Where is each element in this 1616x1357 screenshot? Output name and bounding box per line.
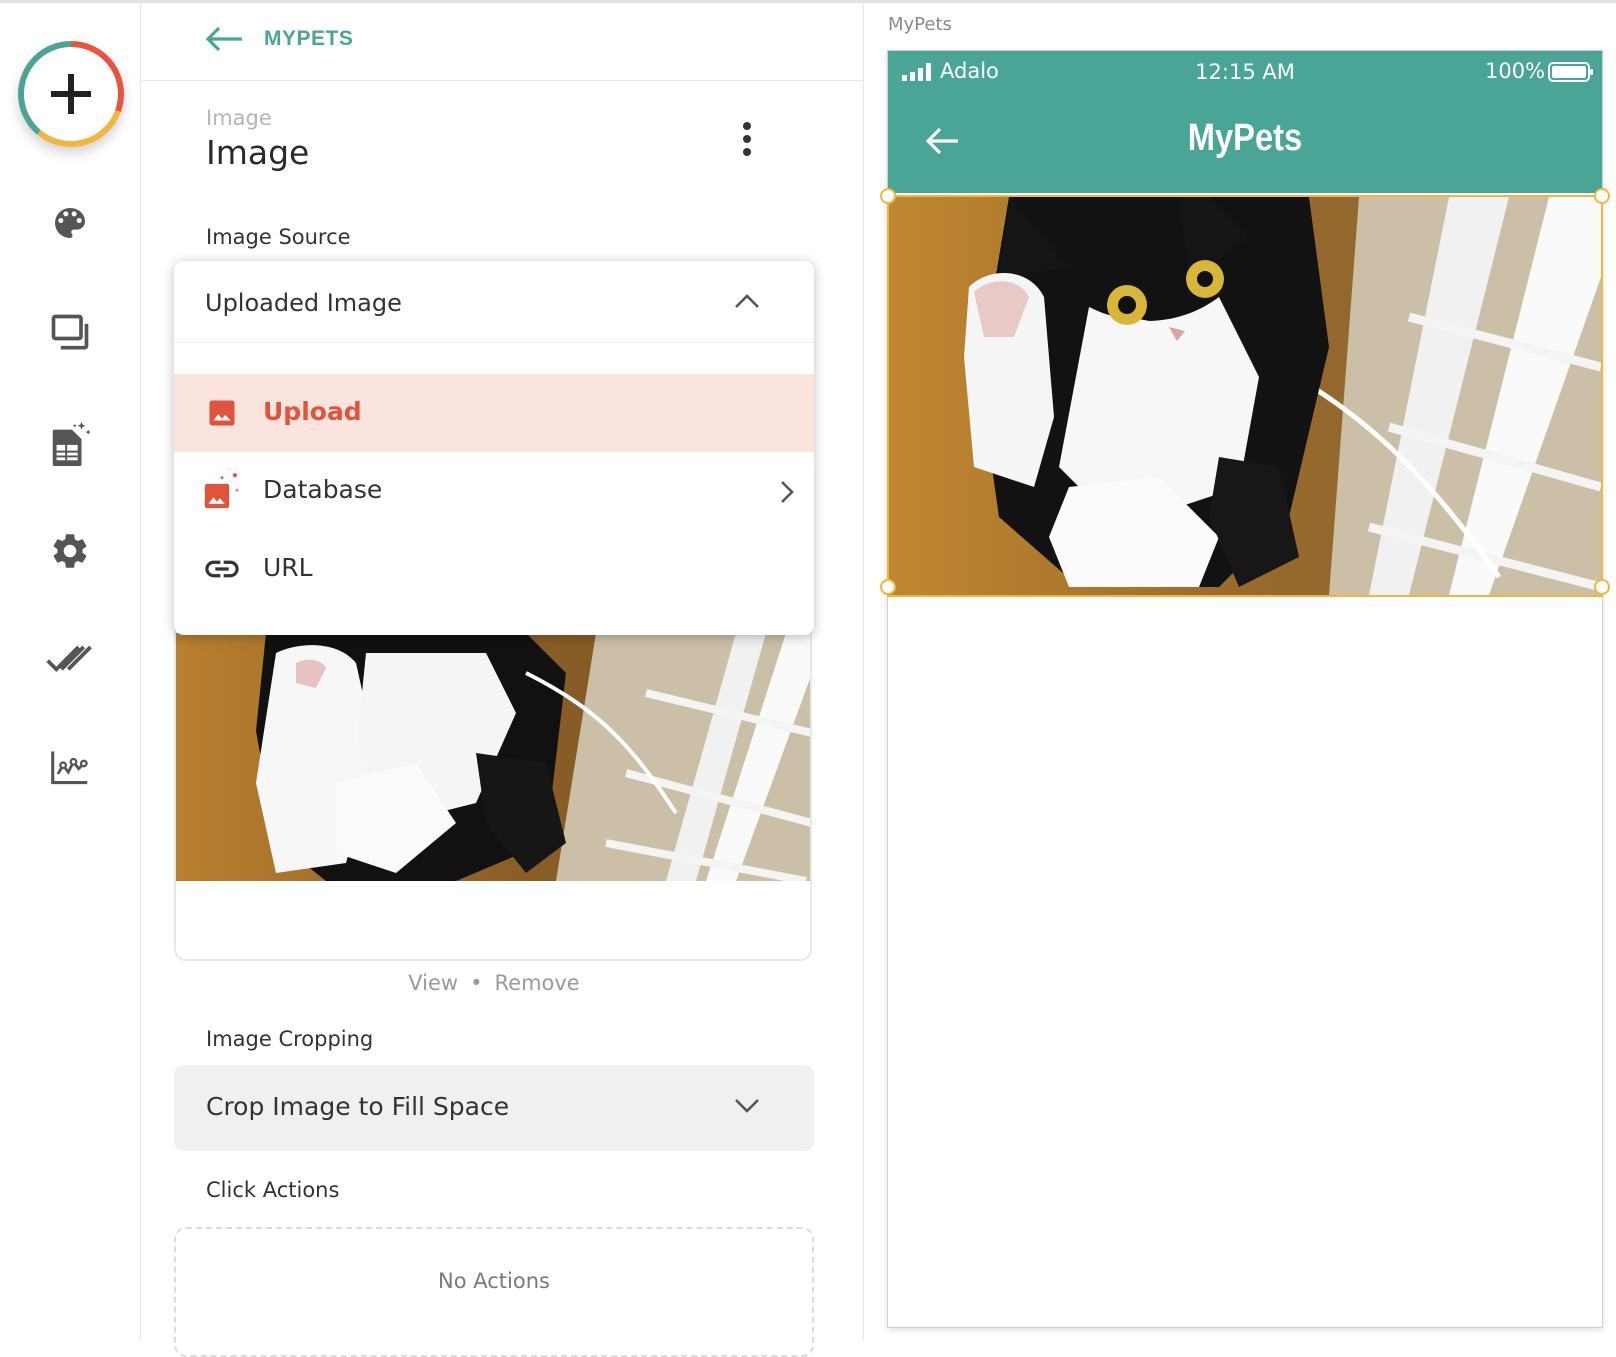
app-bar: MyPets <box>888 93 1602 193</box>
chevron-right-icon <box>781 481 794 503</box>
battery-percent: 100% <box>1485 59 1546 83</box>
database-icon <box>52 421 91 466</box>
option-upload-label: Upload <box>263 397 362 426</box>
back-to-screen-link[interactable]: MYPETS <box>204 25 353 53</box>
option-url-label: URL <box>263 553 313 582</box>
publish-check-icon <box>46 645 92 672</box>
image-actions: View • Remove <box>142 971 846 995</box>
analytics-icon <box>51 751 88 785</box>
screens-button[interactable] <box>46 309 94 357</box>
image-source-select[interactable]: Uploaded Image <box>174 261 814 343</box>
image-cropping-value: Crop Image to Fill Space <box>206 1092 510 1121</box>
screen-name-label: MyPets <box>888 14 952 35</box>
resize-handle-bottom-left[interactable] <box>880 579 896 595</box>
screen-preview[interactable]: Adalo 12:15 AM 100% MyPets <box>880 50 1610 1328</box>
add-action-area[interactable]: No Actions <box>174 1227 814 1357</box>
battery-icon <box>1548 62 1593 82</box>
view-link[interactable]: View <box>408 971 458 995</box>
back-link-label: MYPETS <box>264 27 354 50</box>
properties-panel: MYPETS Image Image Image Source Uploaded… <box>142 3 864 1357</box>
remove-link[interactable]: Remove <box>495 971 580 995</box>
cat-photo-thumbnail <box>176 633 810 881</box>
option-url[interactable]: URL <box>174 530 814 608</box>
resize-handle-bottom-right[interactable] <box>1594 579 1610 595</box>
click-actions-label: Click Actions <box>206 1178 340 1202</box>
panel-header: MYPETS <box>142 3 864 81</box>
database-button[interactable] <box>46 419 94 467</box>
option-upload[interactable]: Upload <box>174 374 814 452</box>
add-component-button[interactable] <box>18 41 124 147</box>
settings-icon <box>53 534 87 568</box>
analytics-button[interactable] <box>46 743 94 791</box>
image-source-label: Image Source <box>206 225 351 249</box>
screens-icon <box>51 314 89 350</box>
component-name[interactable]: Image <box>206 133 309 172</box>
image-cropping-label: Image Cropping <box>206 1027 374 1051</box>
selected-image-component[interactable] <box>880 188 1610 597</box>
arrow-left-icon <box>205 26 242 52</box>
image-source-value: Uploaded Image <box>205 289 402 317</box>
option-database-label: Database <box>263 475 383 504</box>
publish-button[interactable] <box>46 635 94 683</box>
component-type: Image <box>206 106 272 130</box>
branding-button[interactable] <box>46 199 94 247</box>
settings-button[interactable] <box>46 527 94 575</box>
palette-icon <box>55 208 85 238</box>
resize-handle-top-right[interactable] <box>1594 188 1610 204</box>
app-bar-title: MyPets <box>1187 117 1303 159</box>
left-toolbar <box>0 3 141 1340</box>
add-icon <box>51 74 91 114</box>
image-cropping-select[interactable]: Crop Image to Fill Space <box>174 1065 814 1151</box>
status-bar: Adalo 12:15 AM 100% <box>888 51 1602 93</box>
link-icon <box>205 560 239 578</box>
magic-image-icon <box>204 473 239 509</box>
chevron-up-icon <box>735 294 759 308</box>
separator-dot: • <box>470 971 483 995</box>
option-database[interactable]: Database <box>174 452 814 530</box>
chevron-down-icon <box>735 1099 759 1113</box>
image-source-dropdown[interactable]: Uploaded Image Upload Database URL <box>174 261 814 635</box>
kebab-dot <box>743 122 751 130</box>
more-options-button[interactable] <box>732 119 762 159</box>
no-actions-text: No Actions <box>438 1269 550 1293</box>
kebab-dot <box>743 135 751 143</box>
cat-photo <box>889 197 1601 595</box>
kebab-dot <box>743 148 751 156</box>
resize-handle-top-left[interactable] <box>880 188 896 204</box>
image-icon <box>209 400 235 426</box>
